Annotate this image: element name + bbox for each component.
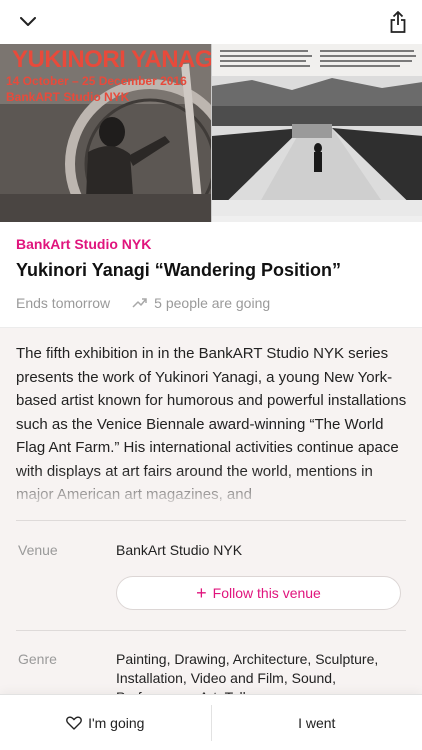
plus-icon: + xyxy=(196,583,207,603)
poster-title: YUKINORI YANAGI xyxy=(12,46,211,73)
poster-text-block xyxy=(212,44,422,76)
description-fade xyxy=(0,470,422,510)
poster-venue: BankART Studio NYK xyxy=(6,90,130,104)
poster-right xyxy=(211,44,422,222)
poster-dates: 14 October – 25 December 2016 xyxy=(6,74,187,88)
going-count: 5 people are going xyxy=(132,295,270,311)
i-went-label: I went xyxy=(298,714,336,731)
divider xyxy=(16,520,406,521)
follow-venue-label: Follow this venue xyxy=(212,585,321,601)
action-bar: I'm going I went xyxy=(0,694,422,750)
im-going-button[interactable]: I'm going xyxy=(0,695,211,750)
genre-value: Painting, Drawing, Architecture, Sculptu… xyxy=(116,651,379,694)
event-info-card: BankArt Studio NYK Yukinori Yanagi “Wand… xyxy=(0,222,422,328)
venue-value[interactable]: BankArt Studio NYK xyxy=(116,541,242,560)
event-meta: Ends tomorrow 5 people are going xyxy=(16,295,270,311)
going-count-label: 5 people are going xyxy=(154,295,271,311)
genre-label: Genre xyxy=(18,651,57,667)
chevron-down-icon[interactable] xyxy=(14,8,42,36)
top-bar xyxy=(0,0,422,44)
divider xyxy=(16,630,406,631)
event-status: Ends tomorrow xyxy=(16,295,111,311)
follow-venue-button[interactable]: + Follow this venue xyxy=(116,576,401,610)
i-went-button[interactable]: I went xyxy=(212,695,422,750)
trending-icon xyxy=(132,298,147,308)
share-icon[interactable] xyxy=(384,8,412,36)
event-title: Yukinori Yanagi “Wandering Position” xyxy=(16,260,342,280)
venue-label: Venue xyxy=(18,542,58,558)
poster-left: YUKINORI YANAGI 14 October – 25 December… xyxy=(0,44,211,222)
heart-icon xyxy=(66,715,82,730)
event-image[interactable]: YUKINORI YANAGI 14 October – 25 December… xyxy=(0,44,422,222)
road-photo xyxy=(212,76,422,216)
im-going-label: I'm going xyxy=(88,714,145,731)
venue-link[interactable]: BankArt Studio NYK xyxy=(16,236,151,252)
